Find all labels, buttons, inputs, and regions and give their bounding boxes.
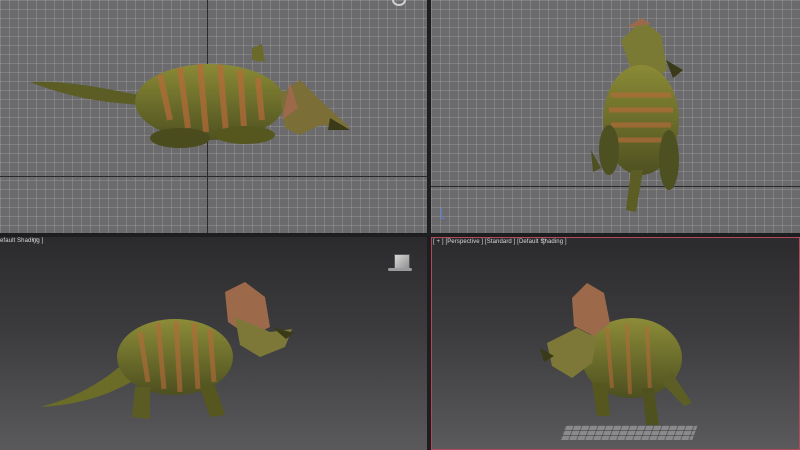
axis-gizmo-x-icon	[441, 218, 445, 219]
ground-grid	[560, 425, 698, 440]
dinosaur-model-perspective-view[interactable]	[432, 238, 800, 450]
perspective-viewport[interactable]: [ + ] [Perspective ] [Standard ] [Defaul…	[431, 237, 800, 450]
dinosaur-model-front-view[interactable]	[431, 0, 800, 233]
viewcube-base[interactable]	[388, 268, 412, 271]
dinosaur-model-top-view[interactable]	[0, 0, 427, 233]
front-viewport[interactable]	[431, 0, 800, 233]
left-viewport[interactable]: efault Shading ] ▽	[0, 237, 427, 450]
dinosaur-model-side-view[interactable]	[0, 237, 427, 450]
top-viewport[interactable]	[0, 0, 427, 233]
